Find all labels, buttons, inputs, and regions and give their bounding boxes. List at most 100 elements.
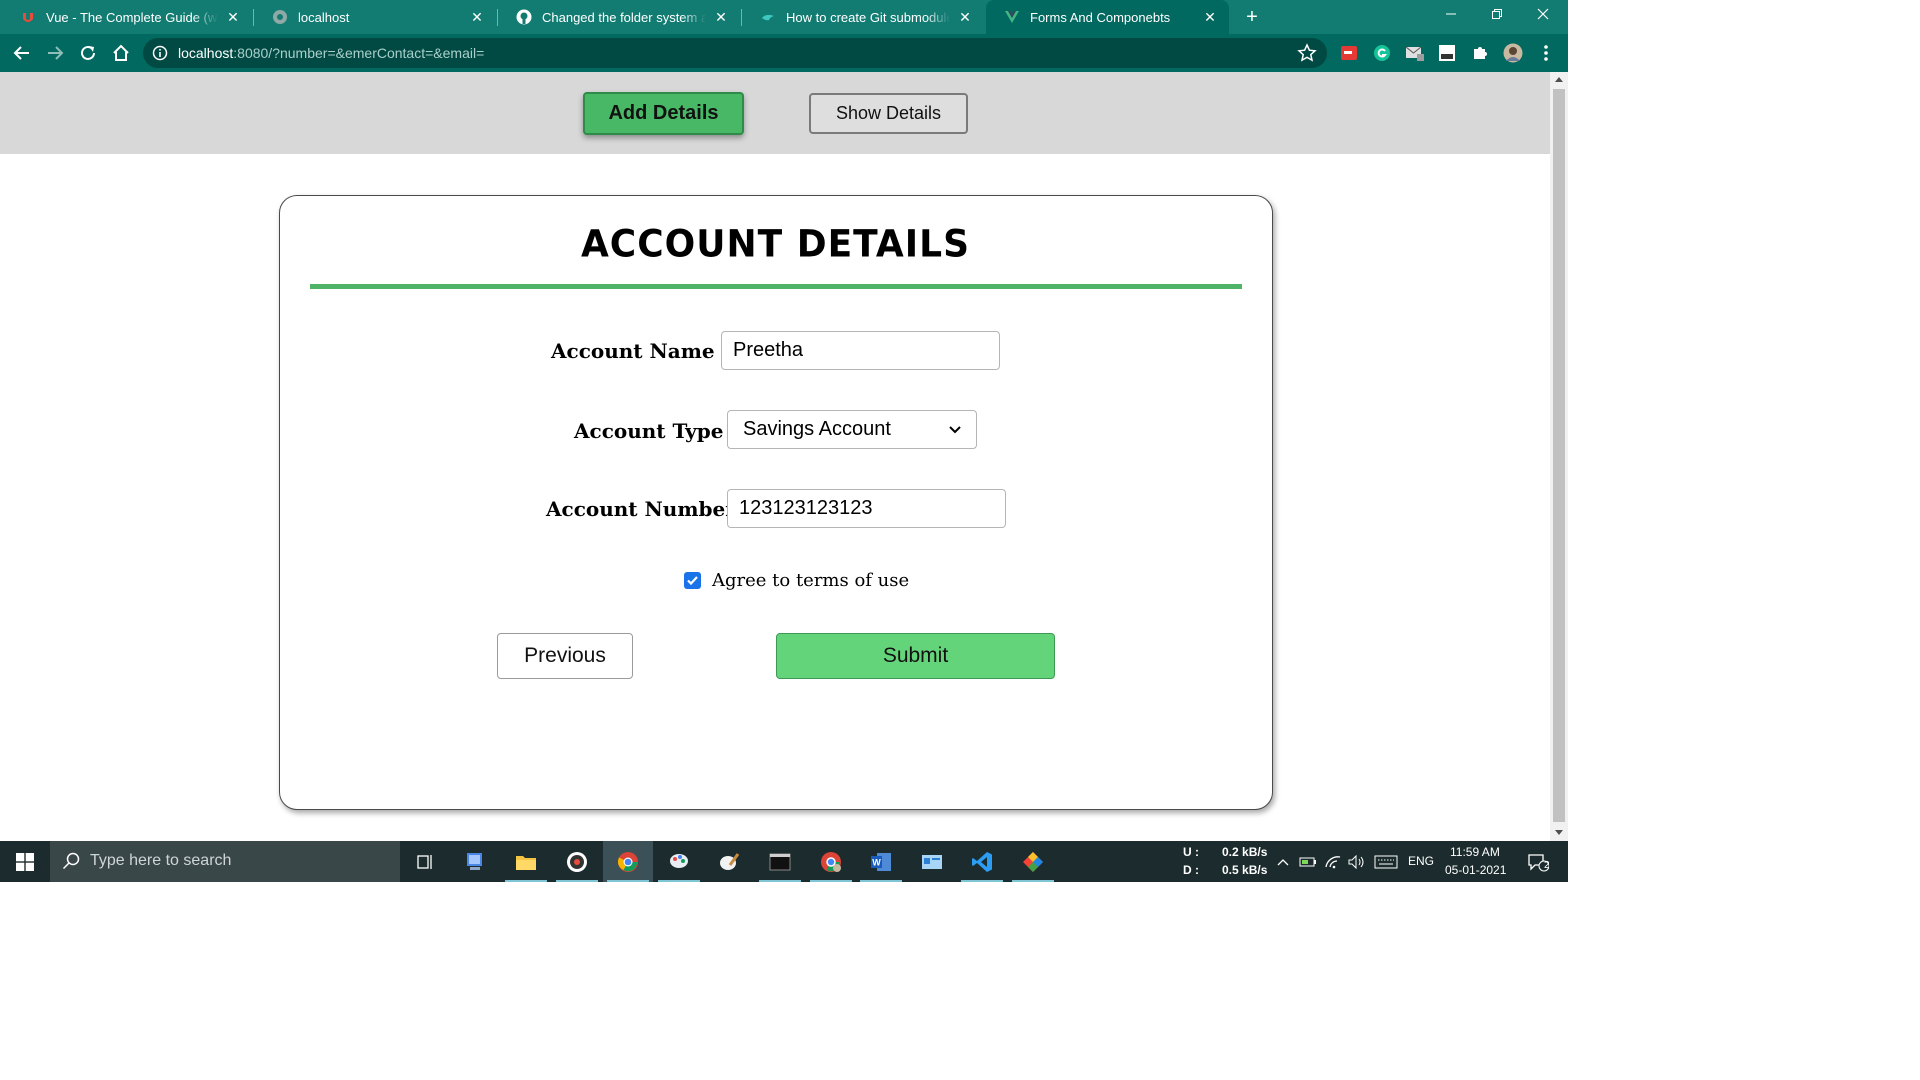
browser-menu-icon[interactable]: [1536, 43, 1556, 63]
vue-icon: [1004, 9, 1020, 25]
agree-terms-checkbox[interactable]: [684, 572, 701, 589]
task-view-icon[interactable]: [400, 841, 450, 882]
contacts-app-icon[interactable]: [907, 841, 957, 882]
paint-app-icon[interactable]: [654, 841, 704, 882]
windows-start-icon[interactable]: [0, 841, 50, 882]
chrome-profile-icon[interactable]: [806, 841, 856, 882]
page-title: ACCOUNT DETAILS: [580, 222, 971, 267]
title-divider: [310, 284, 1242, 289]
tab-github[interactable]: Changed the folder system and added comp…: [498, 0, 740, 34]
bird-icon: [760, 9, 776, 25]
browser-tab-strip: Vue - The Complete Guide (w/ Router, Vue…: [0, 0, 1568, 34]
net-down-value: 0.5 kB/s: [1222, 863, 1268, 877]
language-indicator[interactable]: ENG: [1408, 854, 1434, 868]
minimize-window-icon[interactable]: [1428, 0, 1474, 32]
restore-window-icon[interactable]: [1474, 0, 1520, 32]
chevron-down-icon: [949, 425, 961, 433]
udemy-icon: [20, 9, 36, 25]
terminal-icon[interactable]: [755, 841, 805, 882]
svg-text:W: W: [872, 857, 881, 867]
account-type-label: Account Type :: [574, 419, 738, 443]
account-name-input[interactable]: Preetha: [721, 331, 1000, 370]
account-number-input[interactable]: 123123123123: [727, 489, 1006, 528]
volume-icon[interactable]: [1346, 841, 1368, 882]
paint-brush-icon[interactable]: [704, 841, 754, 882]
chevron-up-icon[interactable]: [1272, 841, 1294, 882]
grammarly-icon[interactable]: [1372, 43, 1392, 63]
agree-terms-label[interactable]: Agree to terms of use: [712, 570, 909, 591]
mail-extension-icon[interactable]: [1405, 43, 1425, 63]
wifi-icon[interactable]: [1322, 841, 1344, 882]
windows-taskbar: Type here to search W U : 0.2 kB/s D : 0…: [0, 841, 1568, 882]
github-icon: [516, 9, 532, 25]
forward-arrow-icon[interactable]: [42, 40, 68, 66]
tab-close-icon[interactable]: ✕: [468, 8, 486, 26]
previous-button[interactable]: Previous: [497, 633, 633, 679]
show-details-button[interactable]: Show Details: [809, 93, 968, 134]
account-details-card: ACCOUNT DETAILS Account Name : Preetha A…: [279, 195, 1273, 810]
browser-toolbar: localhost:8080/?number=&emerContact=&ema…: [0, 34, 1568, 72]
account-type-selected: Savings Account: [743, 418, 891, 440]
notification-count: 2: [1544, 860, 1550, 871]
clock-date[interactable]: 05-01-2021: [1445, 863, 1506, 877]
scroll-down-arrow-icon[interactable]: [1555, 830, 1563, 835]
vscode-icon[interactable]: [957, 841, 1007, 882]
tab-close-icon[interactable]: ✕: [1201, 8, 1219, 26]
tab-forms-and-components[interactable]: Forms And Componebts ✕: [986, 0, 1229, 34]
tab-vue-guide[interactable]: Vue - The Complete Guide (w/ Router, Vue…: [2, 0, 252, 34]
checkmark-icon: [687, 576, 698, 586]
top-navigation: Add Details Show Details: [0, 72, 1550, 154]
tab-close-icon[interactable]: ✕: [712, 8, 730, 26]
close-window-icon[interactable]: [1520, 0, 1566, 32]
home-icon[interactable]: [108, 40, 134, 66]
site-info-icon[interactable]: [152, 45, 168, 61]
pdf-extension-icon[interactable]: [1339, 43, 1359, 63]
pdf-tools-icon[interactable]: [1437, 43, 1457, 63]
scroll-up-arrow-icon[interactable]: [1555, 77, 1563, 82]
address-bar[interactable]: localhost:8080/?number=&emerContact=&ema…: [143, 38, 1327, 68]
account-number-label: Account Number: [546, 497, 736, 521]
tab-title: How to create Git submodules in GitHub: [786, 9, 950, 25]
account-name-label: Account Name :: [551, 339, 729, 363]
taskbar-search[interactable]: Type here to search: [50, 841, 400, 882]
profile-avatar[interactable]: [1503, 43, 1523, 63]
battery-icon[interactable]: [1297, 841, 1319, 882]
extensions-puzzle-icon[interactable]: [1470, 43, 1490, 63]
tab-title: Vue - The Complete Guide (w/ Router, Vue…: [46, 9, 218, 25]
globe-icon: [272, 9, 288, 25]
tab-git-submodules[interactable]: How to create Git submodules in GitHub ✕: [742, 0, 984, 34]
git-tool-icon[interactable]: [1008, 841, 1058, 882]
tab-title: Forms And Componebts: [1030, 9, 1171, 25]
vertical-scrollbar[interactable]: [1550, 72, 1568, 841]
page-viewport: Add Details Show Details ACCOUNT DETAILS…: [0, 72, 1550, 841]
clock-time[interactable]: 11:59 AM: [1450, 845, 1500, 859]
add-details-button[interactable]: Add Details: [583, 92, 744, 135]
word-icon[interactable]: W: [856, 841, 906, 882]
search-icon: [62, 852, 80, 870]
notifications-icon[interactable]: 2: [1516, 841, 1560, 882]
url-host: localhost: [178, 45, 234, 61]
search-placeholder: Type here to search: [90, 852, 232, 869]
chrome-icon[interactable]: [603, 841, 653, 882]
media-player-icon[interactable]: [552, 841, 602, 882]
back-arrow-icon[interactable]: [9, 40, 35, 66]
tab-title: Changed the folder system and added comp…: [542, 9, 706, 25]
tab-localhost[interactable]: localhost ✕: [254, 0, 496, 34]
account-type-select[interactable]: Savings Account: [727, 410, 977, 449]
bookmark-star-icon[interactable]: [1297, 43, 1317, 63]
tab-close-icon[interactable]: ✕: [224, 8, 242, 26]
file-explorer-icon[interactable]: [501, 841, 551, 882]
net-down-label: D :: [1183, 863, 1199, 877]
tab-close-icon[interactable]: ✕: [956, 8, 974, 26]
url-text: localhost:8080/?number=&emerContact=&ema…: [178, 45, 484, 61]
url-path: :8080/?number=&emerContact=&email=: [233, 45, 485, 61]
keyboard-icon[interactable]: [1373, 841, 1399, 882]
tab-title: localhost: [298, 9, 350, 25]
new-tab-button[interactable]: +: [1240, 5, 1264, 29]
reload-icon[interactable]: [75, 40, 101, 66]
app-monitor-icon[interactable]: [450, 841, 500, 882]
net-up-label: U :: [1183, 845, 1199, 859]
net-up-value: 0.2 kB/s: [1222, 845, 1268, 859]
submit-button[interactable]: Submit: [776, 633, 1055, 679]
scrollbar-thumb[interactable]: [1553, 89, 1565, 822]
